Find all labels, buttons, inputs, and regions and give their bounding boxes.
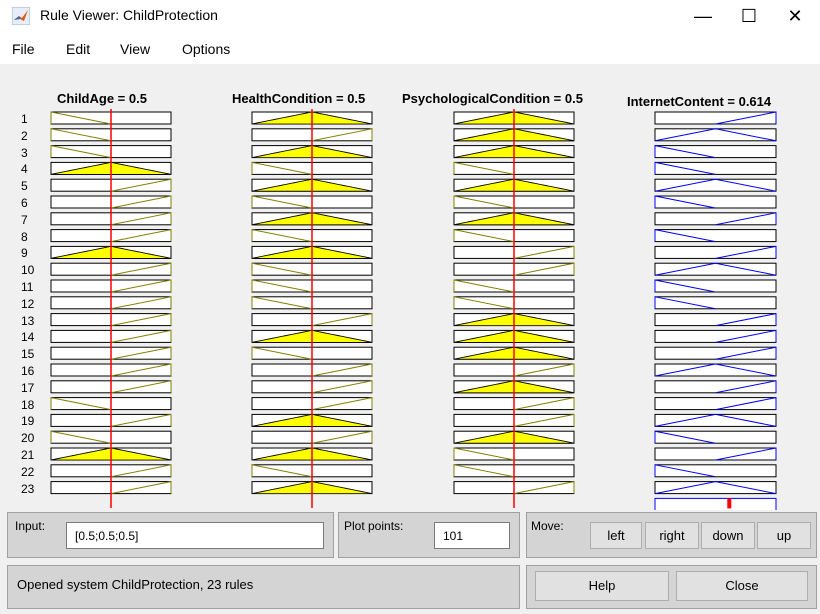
rule-box-internet [654,397,777,411]
rule-box-internet [654,279,777,293]
move-label: Move: [531,519,564,533]
rule-box-internet [654,464,777,478]
rule-box-internet [654,380,777,394]
rule-box-internet [654,346,777,360]
rule-box-internet [654,313,777,327]
rule-box-internet [654,329,777,343]
status-text: Opened system ChildProtection, 23 rules [17,577,254,592]
rule-box-internet [654,262,777,276]
input-vector-field[interactable]: [0.5;0.5;0.5] [66,522,324,549]
rule-box-internet [654,245,777,259]
rule-box-internet [654,128,777,142]
move-left-button[interactable]: left [590,522,642,549]
rule-box-internet [654,145,777,159]
move-up-button[interactable]: up [757,522,811,549]
rule-box-internet [654,212,777,226]
rule-box-internet [654,161,777,175]
rule-box-internet [654,195,777,209]
rule-box-internet [654,296,777,310]
rule-box-internet [654,229,777,243]
rule-box-internet [654,413,777,427]
help-button[interactable]: Help [535,571,669,601]
input-label: Input: [15,519,46,533]
rule-box-internet [654,447,777,461]
plot-points-label: Plot points: [344,519,404,533]
rule-box-internet [654,430,777,444]
rule-plots[interactable] [0,0,820,510]
move-right-button[interactable]: right [645,522,699,549]
rule-box-internet [654,363,777,377]
move-down-button[interactable]: down [701,522,755,549]
rule-box-internet [654,111,777,125]
defuzzified-output-marker [727,498,732,509]
rule-box-internet [654,481,777,495]
aggregated-output-box [654,497,777,510]
close-button[interactable]: Close [676,571,808,601]
plot-points-field[interactable]: 101 [434,522,510,549]
rule-box-internet [654,178,777,192]
